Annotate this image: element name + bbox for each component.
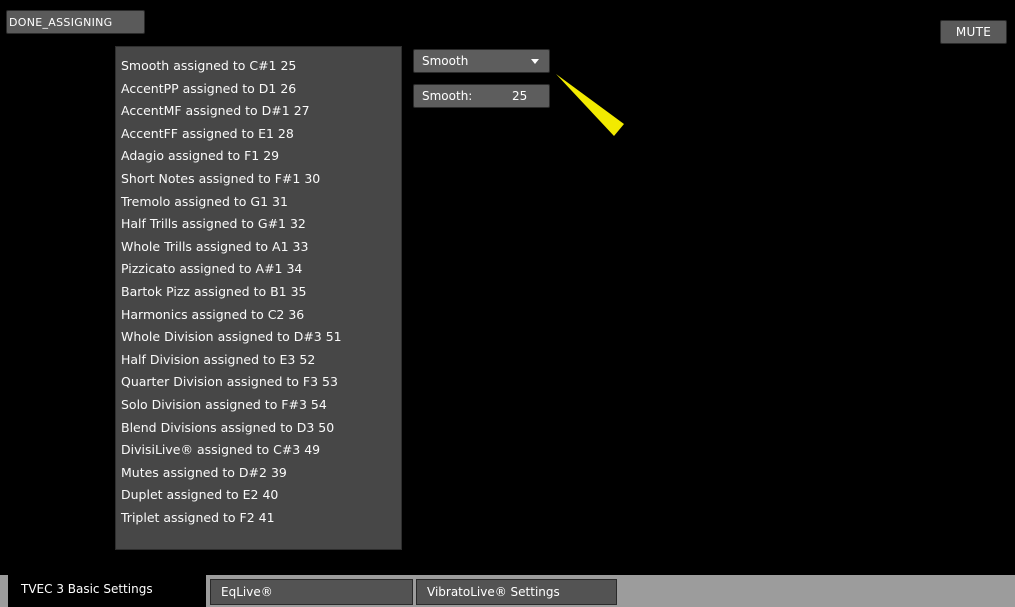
tab-bar: TVEC 3 Basic Settings EqLive® VibratoLiv… <box>0 575 1015 607</box>
list-item: DivisiLive® assigned to C#3 49 <box>121 442 321 458</box>
list-item: Pizzicato assigned to A#1 34 <box>121 261 303 277</box>
articulation-dropdown[interactable]: Smooth <box>413 49 550 73</box>
list-item: Adagio assigned to F1 29 <box>121 148 280 164</box>
list-item: Smooth assigned to C#1 25 <box>121 58 297 73</box>
cc-value-field[interactable]: Smooth: 25 <box>413 84 550 108</box>
tab-eqlive[interactable]: EqLive® <box>210 579 413 605</box>
list-item: AccentFF assigned to E1 28 <box>121 125 294 141</box>
list-item: Duplet assigned to E2 40 <box>121 487 279 503</box>
list-item: Bartok Pizz assigned to B1 35 <box>121 283 307 299</box>
list-item: Whole Trills assigned to A1 33 <box>121 238 309 254</box>
list-item: AccentPP assigned to D1 26 <box>121 80 297 96</box>
mute-button[interactable]: MUTE <box>940 20 1007 44</box>
list-item: Half Division assigned to E3 52 <box>121 351 316 367</box>
list-item: Half Trills assigned to G#1 32 <box>121 216 306 232</box>
list-item: Harmonics assigned to C2 36 <box>121 306 305 322</box>
cc-value-number: 25 <box>512 89 528 103</box>
chevron-down-icon <box>531 59 539 64</box>
list-item: Solo Division assigned to F#3 54 <box>121 396 327 412</box>
list-item: Short Notes assigned to F#1 30 <box>121 170 321 186</box>
list-item: AccentMF assigned to D#1 27 <box>121 103 310 119</box>
pointer-arrow-icon <box>556 74 624 136</box>
list-item: Mutes assigned to D#2 39 <box>121 464 287 480</box>
list-item: Tremolo assigned to G1 31 <box>121 193 288 209</box>
assignment-list: Smooth assigned to C#1 25 AccentPP assig… <box>115 46 402 550</box>
list-item: Quarter Division assigned to F3 53 <box>121 374 338 390</box>
articulation-dropdown-value: Smooth <box>422 54 469 68</box>
list-item: Whole Division assigned to D#3 51 <box>121 329 342 345</box>
list-item: Triplet assigned to F2 41 <box>121 509 275 525</box>
cc-value-label: Smooth: <box>422 89 473 103</box>
tab-basic-settings[interactable]: TVEC 3 Basic Settings <box>8 575 206 607</box>
done-assigning-button[interactable]: DONE_ASSIGNING <box>6 10 145 34</box>
list-item: Blend Divisions assigned to D3 50 <box>121 419 335 435</box>
tab-vibratolive-settings[interactable]: VibratoLive® Settings <box>416 579 617 605</box>
